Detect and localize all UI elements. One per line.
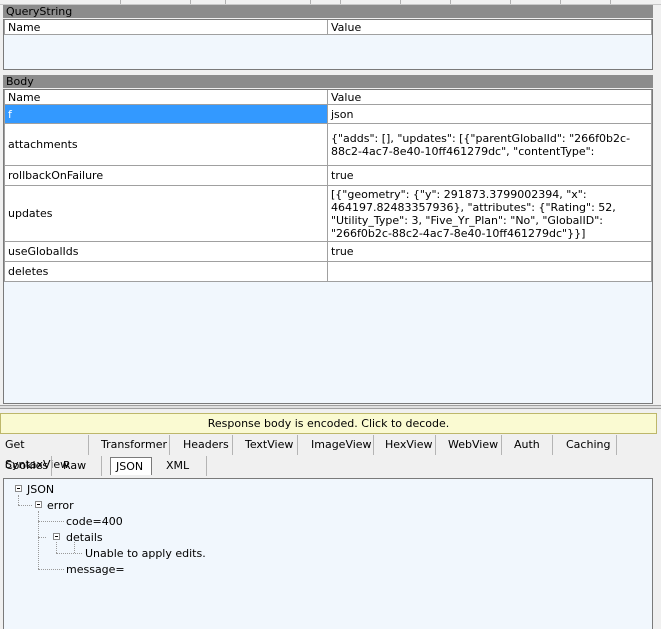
row-value-cell[interactable]: [{"geometry": {"y": 291873.3799002394, "… xyxy=(327,185,652,242)
tab-headers[interactable]: Headers xyxy=(178,435,233,455)
querystring-value-column-header[interactable]: Value xyxy=(327,20,652,35)
tab-textview[interactable]: TextView xyxy=(240,435,298,455)
row-name-cell[interactable]: useGlobalIds xyxy=(4,241,328,262)
row-name-cell[interactable]: attachments xyxy=(4,123,328,166)
response-tabs-row-2: Cookies Raw JSON XML xyxy=(0,456,661,476)
splitter[interactable] xyxy=(0,405,661,409)
table-row[interactable]: deletes xyxy=(4,261,652,282)
row-value-cell[interactable]: true xyxy=(327,241,652,262)
row-name-cell[interactable]: updates xyxy=(4,185,328,242)
tab-hexview[interactable]: HexView xyxy=(380,435,436,455)
tab-json[interactable]: JSON xyxy=(110,457,152,475)
collapse-details-icon[interactable] xyxy=(53,533,60,540)
tab-transformer[interactable]: Transformer xyxy=(96,435,170,455)
row-name-cell[interactable]: f xyxy=(4,104,328,124)
decode-notice-bar[interactable]: Response body is encoded. Click to decod… xyxy=(0,413,657,434)
querystring-name-column-header[interactable]: Name xyxy=(4,20,328,35)
body-header: Body xyxy=(3,75,653,88)
tree-node-message[interactable]: message= xyxy=(66,563,125,576)
row-value-cell[interactable]: {"adds": [], "updates": [{"parentGlobalI… xyxy=(327,123,652,166)
tree-node-error[interactable]: error xyxy=(47,499,74,512)
response-tabs-row-1: Get SyntaxView Transformer Headers TextV… xyxy=(0,435,661,471)
tree-node-detail-item[interactable]: Unable to apply edits. xyxy=(85,547,206,560)
collapse-json-icon[interactable] xyxy=(15,485,22,492)
tree-node-json[interactable]: JSON xyxy=(27,483,54,496)
json-tree-view[interactable]: JSON error code=400 details Unable to ap… xyxy=(3,478,653,629)
body-grid[interactable]: Name Value f json attachments {"adds": [… xyxy=(3,89,653,404)
tab-xml[interactable]: XML xyxy=(161,456,207,476)
tab-cookies[interactable]: Cookies xyxy=(0,456,52,476)
querystring-grid[interactable]: Name Value xyxy=(3,19,653,70)
tab-raw[interactable]: Raw xyxy=(58,456,102,476)
tab-imageview[interactable]: ImageView xyxy=(306,435,374,455)
table-row[interactable]: useGlobalIds true xyxy=(4,241,652,262)
body-name-column-header[interactable]: Name xyxy=(4,90,328,105)
tab-get-syntaxview[interactable]: Get SyntaxView xyxy=(0,435,89,471)
row-name-cell[interactable]: rollbackOnFailure xyxy=(4,165,328,186)
row-value-cell[interactable]: true xyxy=(327,165,652,186)
body-value-column-header[interactable]: Value xyxy=(327,90,652,105)
tree-node-details[interactable]: details xyxy=(66,531,103,544)
table-row[interactable]: f json xyxy=(4,104,652,124)
tab-caching[interactable]: Caching xyxy=(561,435,617,455)
row-name-cell[interactable]: deletes xyxy=(4,261,328,282)
table-row[interactable]: attachments {"adds": [], "updates": [{"p… xyxy=(4,123,652,166)
collapse-error-icon[interactable] xyxy=(35,501,42,508)
querystring-header: QueryString xyxy=(3,5,653,18)
tab-webview[interactable]: WebView xyxy=(443,435,502,455)
table-row[interactable]: rollbackOnFailure true xyxy=(4,165,652,186)
tree-node-code[interactable]: code=400 xyxy=(66,515,123,528)
row-value-cell[interactable]: json xyxy=(327,104,652,124)
tab-auth[interactable]: Auth xyxy=(509,435,553,455)
row-value-cell[interactable] xyxy=(327,261,652,282)
table-row[interactable]: updates [{"geometry": {"y": 291873.37990… xyxy=(4,185,652,242)
row-value-text: {"adds": [], "updates": [{"parentGlobalI… xyxy=(331,131,631,158)
